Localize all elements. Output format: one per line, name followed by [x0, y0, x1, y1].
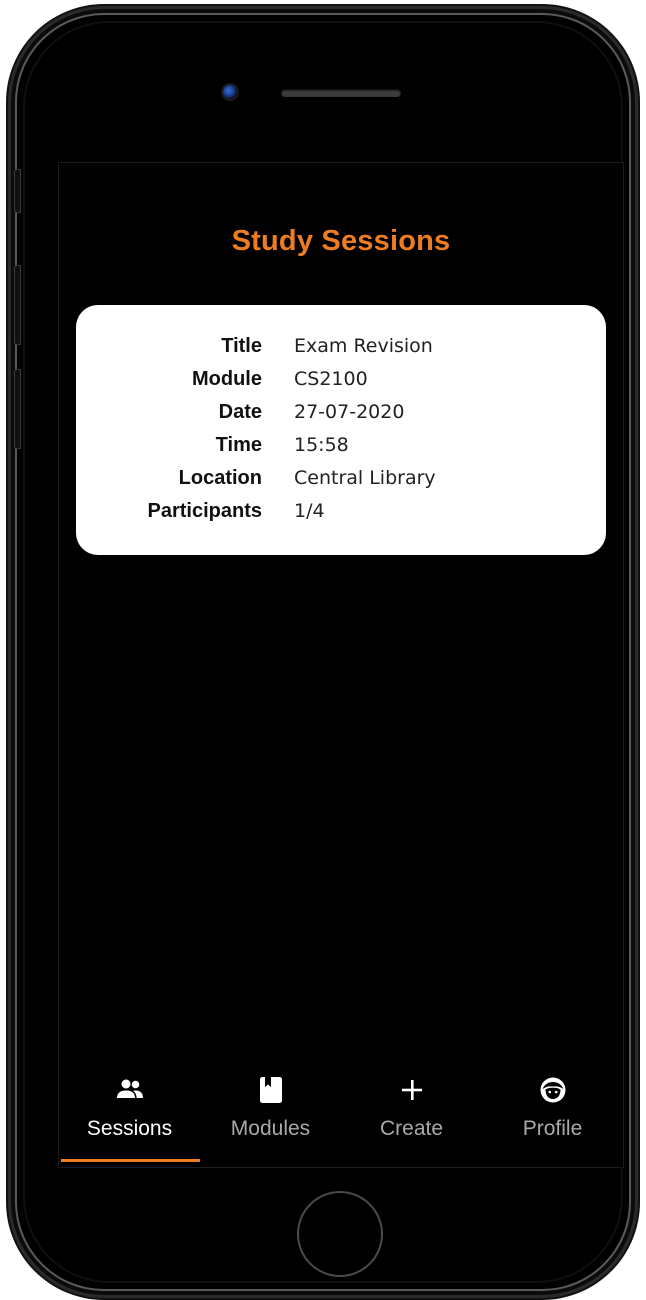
- field-label: Module: [192, 367, 262, 390]
- tab-profile[interactable]: Profile: [482, 1058, 623, 1161]
- field-label: Time: [215, 433, 262, 456]
- front-camera: [223, 85, 237, 99]
- volume-down-button: [14, 369, 21, 449]
- field-value: 15:58: [294, 434, 349, 456]
- tab-sessions[interactable]: Sessions: [59, 1058, 200, 1161]
- mute-switch: [14, 169, 21, 213]
- plus-icon: [401, 1080, 422, 1100]
- session-field-date: Date 27-07-2020: [76, 397, 606, 427]
- field-label: Location: [178, 466, 262, 489]
- field-label: Date: [218, 400, 262, 423]
- session-field-time: Time 15:58: [76, 430, 606, 460]
- field-value: CS2100: [294, 368, 368, 390]
- book-icon: [259, 1077, 282, 1103]
- active-tab-indicator: [61, 1159, 200, 1162]
- field-value: 1/4: [294, 500, 325, 522]
- tab-label: Create: [379, 1117, 444, 1140]
- session-card[interactable]: Title Exam Revision Module CS2100 Date 2…: [76, 305, 606, 555]
- field-value: 27-07-2020: [294, 401, 405, 423]
- earpiece-speaker: [281, 89, 401, 97]
- session-field-location: Location Central Library: [76, 463, 606, 493]
- app-screen: Study Sessions Title Exam Revision Modul…: [59, 163, 623, 1167]
- phone-frame: Study Sessions Title Exam Revision Modul…: [8, 6, 638, 1298]
- field-value: Exam Revision: [294, 335, 433, 357]
- tab-modules[interactable]: Modules: [200, 1058, 341, 1161]
- field-label: Participants: [147, 499, 262, 522]
- tab-label: Modules: [230, 1117, 311, 1140]
- session-field-title: Title Exam Revision: [76, 331, 606, 361]
- volume-up-button: [14, 265, 21, 345]
- tab-create[interactable]: Create: [341, 1058, 482, 1161]
- field-label: Title: [221, 334, 262, 357]
- session-field-module: Module CS2100: [76, 364, 606, 394]
- face-icon: [540, 1077, 565, 1103]
- people-icon: [116, 1079, 143, 1098]
- home-button[interactable]: [297, 1191, 383, 1277]
- session-field-participants: Participants 1/4: [76, 496, 606, 526]
- page-title: Study Sessions: [231, 225, 451, 257]
- bottom-tab-bar: Sessions Modules Create Profile: [59, 1058, 623, 1167]
- field-value: Central Library: [294, 467, 436, 489]
- tab-label: Sessions: [86, 1117, 173, 1140]
- tab-label: Profile: [522, 1117, 583, 1140]
